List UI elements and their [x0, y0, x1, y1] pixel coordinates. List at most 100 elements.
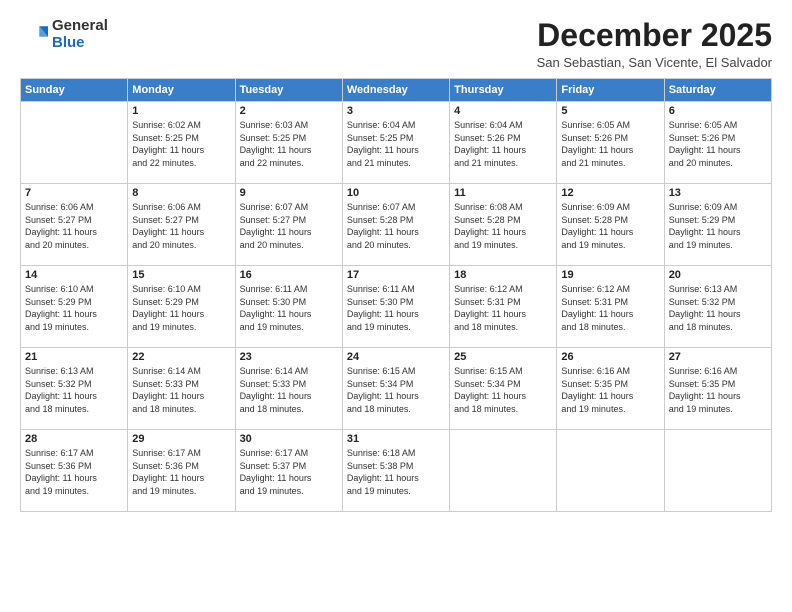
- day-info: Sunrise: 6:06 AMSunset: 5:27 PMDaylight:…: [132, 201, 230, 251]
- day-number: 19: [561, 269, 659, 281]
- table-row: 6 Sunrise: 6:05 AMSunset: 5:26 PMDaylight…: [664, 102, 771, 184]
- day-info: Sunrise: 6:17 AMSunset: 5:37 PMDaylight:…: [240, 447, 338, 497]
- day-number: 16: [240, 269, 338, 281]
- day-info: Sunrise: 6:08 AMSunset: 5:28 PMDaylight:…: [454, 201, 552, 251]
- day-info: Sunrise: 6:14 AMSunset: 5:33 PMDaylight:…: [132, 365, 230, 415]
- day-number: 29: [132, 433, 230, 445]
- day-number: 15: [132, 269, 230, 281]
- day-number: 18: [454, 269, 552, 281]
- day-info: Sunrise: 6:13 AMSunset: 5:32 PMDaylight:…: [669, 283, 767, 333]
- header-area: General Blue December 2025 San Sebastian…: [20, 18, 772, 70]
- table-row: 17 Sunrise: 6:11 AMSunset: 5:30 PMDayligh…: [342, 266, 449, 348]
- table-row: 9 Sunrise: 6:07 AMSunset: 5:27 PMDaylight…: [235, 184, 342, 266]
- location: San Sebastian, San Vicente, El Salvador: [537, 55, 772, 70]
- table-row: 8 Sunrise: 6:06 AMSunset: 5:27 PMDaylight…: [128, 184, 235, 266]
- day-info: Sunrise: 6:11 AMSunset: 5:30 PMDaylight:…: [240, 283, 338, 333]
- day-info: Sunrise: 6:15 AMSunset: 5:34 PMDaylight:…: [454, 365, 552, 415]
- table-row: 26 Sunrise: 6:16 AMSunset: 5:35 PMDayligh…: [557, 348, 664, 430]
- day-number: 13: [669, 187, 767, 199]
- day-number: 2: [240, 105, 338, 117]
- day-number: 14: [25, 269, 123, 281]
- col-wednesday: Wednesday: [342, 79, 449, 102]
- col-thursday: Thursday: [450, 79, 557, 102]
- table-row: 24 Sunrise: 6:15 AMSunset: 5:34 PMDayligh…: [342, 348, 449, 430]
- day-number: 30: [240, 433, 338, 445]
- day-number: 6: [669, 105, 767, 117]
- day-info: Sunrise: 6:07 AMSunset: 5:28 PMDaylight:…: [347, 201, 445, 251]
- table-row: 4Sunrise: 6:04 AMSunset: 5:26 PMDaylight…: [450, 102, 557, 184]
- table-row: 16 Sunrise: 6:11 AMSunset: 5:30 PMDayligh…: [235, 266, 342, 348]
- table-row: [557, 430, 664, 512]
- day-number: 8: [132, 187, 230, 199]
- day-info: Sunrise: 6:12 AMSunset: 5:31 PMDaylight:…: [454, 283, 552, 333]
- table-row: 18 Sunrise: 6:12 AMSunset: 5:31 PMDayligh…: [450, 266, 557, 348]
- day-info: Sunrise: 6:05 AMSunset: 5:26 PMDaylight:…: [669, 119, 767, 169]
- table-row: [21, 102, 128, 184]
- col-monday: Monday: [128, 79, 235, 102]
- day-number: 28: [25, 433, 123, 445]
- table-row: 12 Sunrise: 6:09 AMSunset: 5:28 PMDayligh…: [557, 184, 664, 266]
- table-row: 19Sunrise: 6:12 AMSunset: 5:31 PMDayligh…: [557, 266, 664, 348]
- day-info: Sunrise: 6:04 AMSunset: 5:25 PMDaylight:…: [347, 119, 445, 169]
- day-number: 7: [25, 187, 123, 199]
- table-row: 14 Sunrise: 6:10 AMSunset: 5:29 PMDayligh…: [21, 266, 128, 348]
- day-number: 17: [347, 269, 445, 281]
- day-number: 11: [454, 187, 552, 199]
- table-row: 23Sunrise: 6:14 AMSunset: 5:33 PMDayligh…: [235, 348, 342, 430]
- table-row: 3 Sunrise: 6:04 AMSunset: 5:25 PMDaylight…: [342, 102, 449, 184]
- day-number: 26: [561, 351, 659, 363]
- day-number: 1: [132, 105, 230, 117]
- table-row: 31Sunrise: 6:18 AMSunset: 5:38 PMDayligh…: [342, 430, 449, 512]
- title-area: December 2025 San Sebastian, San Vicente…: [537, 18, 772, 70]
- day-info: Sunrise: 6:16 AMSunset: 5:35 PMDaylight:…: [561, 365, 659, 415]
- table-row: 21 Sunrise: 6:13 AMSunset: 5:32 PMDayligh…: [21, 348, 128, 430]
- day-number: 12: [561, 187, 659, 199]
- day-number: 21: [25, 351, 123, 363]
- day-info: Sunrise: 6:17 AMSunset: 5:36 PMDaylight:…: [25, 447, 123, 497]
- day-info: Sunrise: 6:07 AMSunset: 5:27 PMDaylight:…: [240, 201, 338, 251]
- table-row: 20Sunrise: 6:13 AMSunset: 5:32 PMDayligh…: [664, 266, 771, 348]
- day-number: 3: [347, 105, 445, 117]
- day-number: 31: [347, 433, 445, 445]
- logo-text: General Blue: [52, 18, 108, 51]
- day-number: 22: [132, 351, 230, 363]
- day-info: Sunrise: 6:02 AMSunset: 5:25 PMDaylight:…: [132, 119, 230, 169]
- calendar-table: Sunday Monday Tuesday Wednesday Thursday…: [20, 78, 772, 512]
- table-row: 15 Sunrise: 6:10 AMSunset: 5:29 PMDayligh…: [128, 266, 235, 348]
- logo-general: General: [52, 17, 108, 34]
- day-info: Sunrise: 6:15 AMSunset: 5:34 PMDaylight:…: [347, 365, 445, 415]
- day-info: Sunrise: 6:04 AMSunset: 5:26 PMDaylight:…: [454, 119, 552, 169]
- table-row: 22 Sunrise: 6:14 AMSunset: 5:33 PMDayligh…: [128, 348, 235, 430]
- table-row: [450, 430, 557, 512]
- table-row: 28 Sunrise: 6:17 AMSunset: 5:36 PMDayligh…: [21, 430, 128, 512]
- logo-icon: [20, 21, 48, 49]
- day-info: Sunrise: 6:06 AMSunset: 5:27 PMDaylight:…: [25, 201, 123, 251]
- table-row: 30 Sunrise: 6:17 AMSunset: 5:37 PMDayligh…: [235, 430, 342, 512]
- day-info: Sunrise: 6:03 AMSunset: 5:25 PMDaylight:…: [240, 119, 338, 169]
- table-row: 11 Sunrise: 6:08 AMSunset: 5:28 PMDayligh…: [450, 184, 557, 266]
- day-number: 10: [347, 187, 445, 199]
- logo: General Blue: [20, 18, 108, 51]
- table-row: 27Sunrise: 6:16 AMSunset: 5:35 PMDayligh…: [664, 348, 771, 430]
- day-info: Sunrise: 6:13 AMSunset: 5:32 PMDaylight:…: [25, 365, 123, 415]
- table-row: 2 Sunrise: 6:03 AMSunset: 5:25 PMDaylight…: [235, 102, 342, 184]
- day-info: Sunrise: 6:14 AMSunset: 5:33 PMDaylight:…: [240, 365, 338, 415]
- day-info: Sunrise: 6:10 AMSunset: 5:29 PMDaylight:…: [132, 283, 230, 333]
- day-info: Sunrise: 6:05 AMSunset: 5:26 PMDaylight:…: [561, 119, 659, 169]
- day-info: Sunrise: 6:11 AMSunset: 5:30 PMDaylight:…: [347, 283, 445, 333]
- table-row: 10 Sunrise: 6:07 AMSunset: 5:28 PMDayligh…: [342, 184, 449, 266]
- col-tuesday: Tuesday: [235, 79, 342, 102]
- calendar-page: General Blue December 2025 San Sebastian…: [0, 0, 792, 612]
- col-friday: Friday: [557, 79, 664, 102]
- col-sunday: Sunday: [21, 79, 128, 102]
- day-number: 5: [561, 105, 659, 117]
- table-row: 29 Sunrise: 6:17 AMSunset: 5:36 PMDayligh…: [128, 430, 235, 512]
- logo-blue: Blue: [52, 34, 85, 51]
- day-number: 24: [347, 351, 445, 363]
- calendar-header-row: Sunday Monday Tuesday Wednesday Thursday…: [21, 79, 772, 102]
- day-info: Sunrise: 6:09 AMSunset: 5:28 PMDaylight:…: [561, 201, 659, 251]
- col-saturday: Saturday: [664, 79, 771, 102]
- day-info: Sunrise: 6:10 AMSunset: 5:29 PMDaylight:…: [25, 283, 123, 333]
- day-info: Sunrise: 6:17 AMSunset: 5:36 PMDaylight:…: [132, 447, 230, 497]
- day-number: 9: [240, 187, 338, 199]
